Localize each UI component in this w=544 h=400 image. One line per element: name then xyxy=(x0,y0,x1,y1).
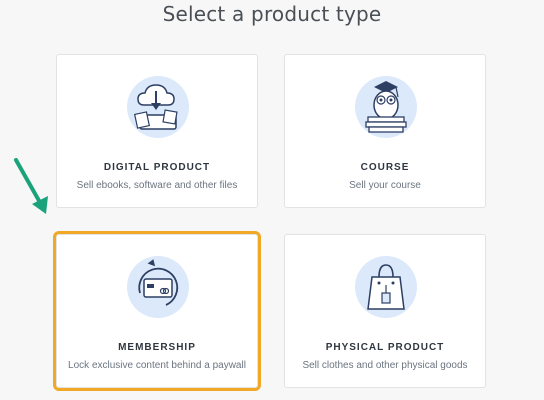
cloud-download-icon xyxy=(127,76,189,138)
pointer-arrow-icon xyxy=(14,158,48,214)
card-description: Sell clothes and other physical goods xyxy=(302,360,468,371)
card-title: MEMBERSHIP xyxy=(118,342,196,353)
card-description: Sell ebooks, software and other files xyxy=(76,180,238,191)
card-title: DIGITAL PRODUCT xyxy=(103,162,211,173)
page-title: Select a product type xyxy=(162,2,382,26)
card-cycle-icon xyxy=(127,256,189,318)
card-description: Sell your course xyxy=(349,180,421,191)
product-type-card-membership[interactable]: MEMBERSHIP Lock exclusive content behind… xyxy=(53,231,261,391)
owl-books-icon xyxy=(355,76,417,138)
product-type-card-course[interactable]: COURSE Sell your course xyxy=(284,54,486,208)
product-type-card-physical[interactable]: PHYSICAL PRODUCT Sell clothes and other … xyxy=(284,234,486,388)
card-description: Lock exclusive content behind a paywall xyxy=(68,360,246,371)
card-title: PHYSICAL PRODUCT xyxy=(325,342,445,353)
product-type-card-digital[interactable]: DIGITAL PRODUCT Sell ebooks, software an… xyxy=(56,54,258,208)
card-title: COURSE xyxy=(360,162,410,173)
shopping-bag-icon xyxy=(355,256,417,318)
